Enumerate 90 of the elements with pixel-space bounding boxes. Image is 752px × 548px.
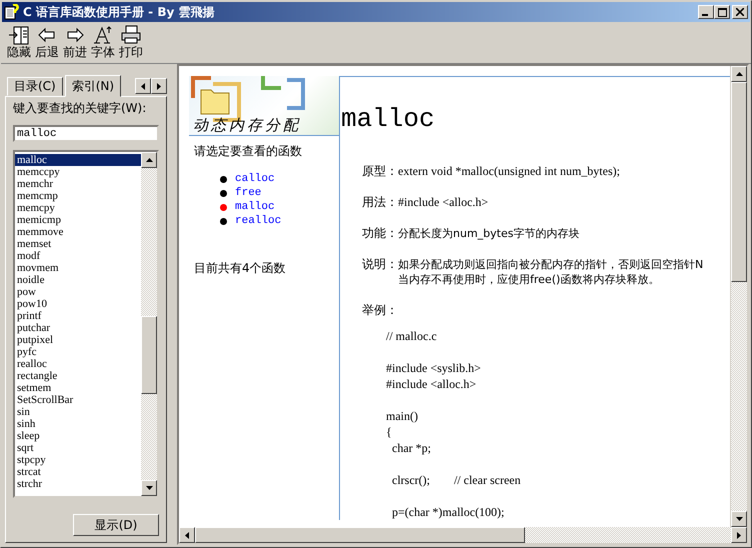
function-link[interactable]: realloc bbox=[235, 215, 282, 227]
list-item[interactable]: putchar bbox=[15, 322, 141, 334]
code-line: clrscr(); // clear screen bbox=[391, 472, 522, 488]
list-item[interactable]: sinh bbox=[15, 418, 141, 430]
code-line: char *p; bbox=[391, 440, 432, 456]
tab-scroll-left-button[interactable] bbox=[135, 78, 151, 94]
right-triangle-icon bbox=[157, 82, 161, 90]
code-line: main() bbox=[386, 408, 419, 424]
toolbar-button[interactable]: 字体 bbox=[89, 25, 117, 61]
list-item[interactable]: modf bbox=[15, 250, 141, 262]
scrollbar-thumb[interactable] bbox=[195, 527, 525, 543]
list-item[interactable]: putpixel bbox=[15, 334, 141, 346]
list-item[interactable]: pow bbox=[15, 286, 141, 298]
list-item[interactable]: strchr bbox=[15, 478, 141, 490]
panel-icon bbox=[8, 25, 30, 45]
field-value: extern void *malloc(unsigned int num_bytes); bbox=[398, 164, 620, 179]
right-triangle-icon bbox=[737, 532, 741, 538]
field-label: 功能： bbox=[362, 226, 398, 241]
scrollbar[interactable] bbox=[141, 152, 157, 496]
close-icon bbox=[736, 8, 744, 16]
list-item[interactable]: memcmp bbox=[15, 190, 141, 202]
up-triangle-icon bbox=[146, 158, 152, 162]
down-triangle-icon bbox=[736, 517, 742, 521]
tab[interactable]: 目录(C) bbox=[7, 77, 63, 96]
list-item[interactable]: stpcpy bbox=[15, 454, 141, 466]
list-item[interactable]: sin bbox=[15, 406, 141, 418]
window-title: C 语言库函数使用手册 - By 雲飛揚 bbox=[23, 4, 216, 20]
toolbar-button[interactable]: 打印 bbox=[117, 25, 145, 61]
list-item[interactable]: sleep bbox=[15, 430, 141, 442]
list-item[interactable]: setmem bbox=[15, 382, 141, 394]
printer-icon bbox=[120, 25, 142, 45]
list-item[interactable]: movmem bbox=[15, 262, 141, 274]
list-item[interactable]: SetScrollBar bbox=[15, 394, 141, 406]
left-triangle-icon bbox=[141, 82, 145, 90]
list-item[interactable]: pyfc bbox=[15, 346, 141, 358]
code-line: #include <alloc.h> bbox=[386, 376, 478, 392]
field-label: 原型： bbox=[362, 164, 398, 179]
tab[interactable]: 索引(N) bbox=[64, 75, 122, 97]
code-line: p=(char *)malloc(100); bbox=[391, 504, 506, 520]
display-button[interactable]: 显示(D) bbox=[73, 514, 159, 536]
list-item[interactable]: memchr bbox=[15, 178, 141, 190]
page-heading: malloc bbox=[341, 103, 435, 136]
list-item[interactable]: memcpy bbox=[15, 202, 141, 214]
list-item[interactable]: memmove bbox=[15, 226, 141, 238]
font-icon bbox=[92, 25, 114, 45]
list-item[interactable]: malloc bbox=[15, 154, 141, 166]
list-item[interactable]: memccpy bbox=[15, 166, 141, 178]
maximize-icon bbox=[718, 8, 726, 16]
code-line: // malloc.c bbox=[386, 328, 438, 344]
list-item[interactable]: rectangle bbox=[15, 370, 141, 382]
list-item[interactable]: pow10 bbox=[15, 298, 141, 310]
list-item[interactable]: strcat bbox=[15, 466, 141, 478]
list-item[interactable]: realloc bbox=[15, 358, 141, 370]
count-note: 目前共有4个函数 bbox=[194, 260, 287, 277]
toolbar-button[interactable]: 前进 bbox=[61, 25, 89, 61]
list-item[interactable]: noidle bbox=[15, 274, 141, 286]
up-triangle-icon bbox=[736, 72, 742, 76]
close-button[interactable] bbox=[732, 5, 748, 19]
code-line: { bbox=[386, 424, 393, 440]
scrollbar-thumb[interactable] bbox=[141, 316, 157, 394]
toolbar-button[interactable]: 隐藏 bbox=[5, 25, 33, 61]
prompt-text: 请选定要查看的函数 bbox=[194, 143, 303, 160]
scrollbar[interactable] bbox=[730, 66, 747, 527]
minimize-button[interactable] bbox=[698, 5, 714, 19]
field-value: 分配长度为num_bytes字节的内存块 bbox=[398, 226, 580, 241]
left-triangle-icon bbox=[185, 532, 189, 538]
field-value: 如果分配成功则返回指向被分配内存的指针，否则返回空指针N bbox=[398, 257, 704, 272]
list-item[interactable]: sqrt bbox=[15, 442, 141, 454]
code-line: #include <syslib.h> bbox=[386, 360, 482, 376]
field-value: #include <alloc.h> bbox=[398, 195, 488, 210]
toolbar-button[interactable]: 后退 bbox=[33, 25, 61, 61]
field-value: 当内存不再使用时，应使用free()函数将内存块释放。 bbox=[398, 272, 660, 287]
function-link[interactable]: malloc bbox=[235, 201, 275, 213]
field-label: 举例： bbox=[362, 303, 398, 318]
list-item[interactable]: memicmp bbox=[15, 214, 141, 226]
function-link[interactable]: free bbox=[235, 187, 262, 199]
banner-caption: 动态内存分配 bbox=[193, 116, 302, 135]
search-label: 键入要查找的关键字(W): bbox=[13, 100, 148, 117]
tab-scroll-right-button[interactable] bbox=[151, 78, 167, 94]
help-book-icon bbox=[4, 4, 20, 20]
maximize-button[interactable] bbox=[714, 5, 730, 19]
field-label: 说明： bbox=[362, 257, 398, 273]
down-triangle-icon bbox=[146, 486, 152, 490]
list-item[interactable]: memset bbox=[15, 238, 141, 250]
list-item[interactable]: printf bbox=[15, 310, 141, 322]
field-label: 用法： bbox=[362, 195, 398, 210]
function-link[interactable]: calloc bbox=[235, 173, 275, 185]
scrollbar[interactable] bbox=[179, 527, 747, 543]
scrollbar-thumb[interactable] bbox=[731, 82, 747, 282]
search-field[interactable]: malloc bbox=[13, 125, 159, 142]
